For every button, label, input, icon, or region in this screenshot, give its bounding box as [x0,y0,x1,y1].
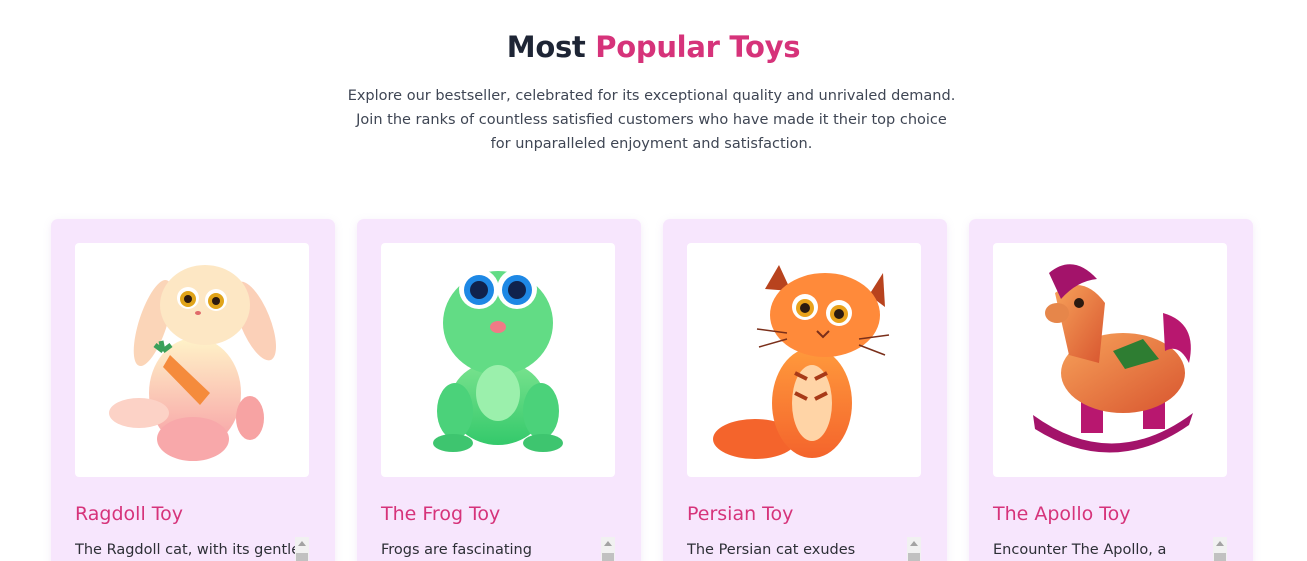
product-title[interactable]: Ragdoll Toy [75,503,315,525]
product-image[interactable] [75,243,309,477]
product-title[interactable]: Persian Toy [687,503,927,525]
product-image[interactable] [687,243,921,477]
scrollbar-thumb[interactable] [602,553,614,561]
scrollbar-thumb[interactable] [908,553,920,561]
subtitle-line: for unparalleled enjoyment and satisfact… [490,136,813,152]
heading-accent: Popular Toys [595,30,801,64]
product-card-frog[interactable]: The Frog Toy Frogs are fascinating [357,219,641,561]
scroll-up-arrow-icon[interactable] [1216,541,1224,546]
description-scrollbar[interactable] [1213,537,1227,561]
section-subtitle: Explore our bestseller, celebrated for i… [330,84,973,156]
scrollbar-thumb[interactable] [296,553,308,561]
scroll-up-arrow-icon[interactable] [604,541,612,546]
description-scrollbar[interactable] [601,537,615,561]
product-card-ragdoll[interactable]: Ragdoll Toy The Ragdoll cat, with its ge… [51,219,335,561]
product-title[interactable]: The Frog Toy [381,503,621,525]
product-card-apollo[interactable]: The Apollo Toy Encounter The Apollo, a [969,219,1253,561]
product-image[interactable] [381,243,615,477]
product-description: The Ragdoll cat, with its gentle [75,542,295,558]
product-image[interactable] [993,243,1227,477]
frog-toy-illustration [433,269,563,452]
bunny-toy-illustration [109,265,276,461]
rocking-horse-toy-illustration [1033,264,1193,453]
scrollbar-thumb[interactable] [1214,553,1226,561]
tiger-cat-toy-illustration [713,265,890,459]
heading-prefix: Most [506,30,586,64]
product-card-persian[interactable]: Persian Toy The Persian cat exudes [663,219,947,561]
subtitle-line: Explore our bestseller, celebrated for i… [347,88,956,104]
subtitle-line: Join the ranks of countless satisfied cu… [356,112,947,128]
scroll-up-arrow-icon[interactable] [910,541,918,546]
scroll-up-arrow-icon[interactable] [298,541,306,546]
product-description: The Persian cat exudes [687,542,856,558]
product-description: Encounter The Apollo, a [993,542,1167,558]
product-description: Frogs are fascinating [381,542,532,558]
section-heading: Most Popular Toys [0,30,1307,64]
description-scrollbar[interactable] [907,537,921,561]
description-scrollbar[interactable] [295,537,309,561]
product-title[interactable]: The Apollo Toy [993,503,1233,525]
